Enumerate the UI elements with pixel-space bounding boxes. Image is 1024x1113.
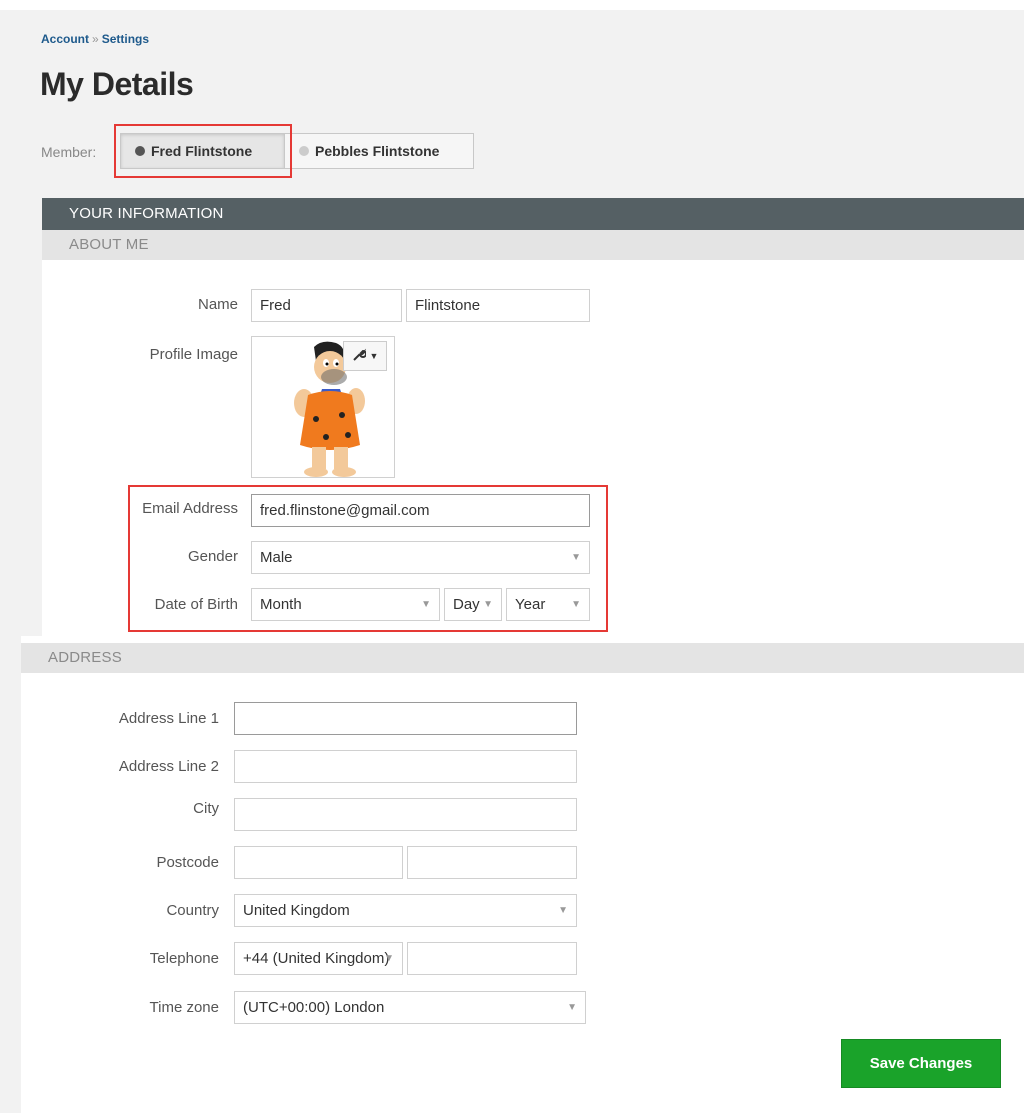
profile-image-label: Profile Image (149, 346, 238, 363)
chevron-down-icon: ▼ (384, 953, 394, 964)
address-line1-label: Address Line 1 (118, 710, 219, 727)
chevron-down-icon: ▼ (558, 905, 568, 916)
address-line2-label: Address Line 2 (118, 758, 219, 775)
country-value: United Kingdom (243, 902, 350, 919)
member-tab-label: Pebbles Flintstone (315, 143, 440, 159)
address-header: ADDRESS (21, 643, 1024, 673)
breadcrumb: Account» Settings (41, 32, 149, 46)
postcode-label: Postcode (156, 854, 219, 871)
unselected-dot-icon (299, 146, 309, 156)
telephone-code-value: +44 (United Kingdom) (243, 950, 390, 967)
wrench-icon (352, 348, 367, 365)
page-title: My Details (40, 66, 194, 102)
timezone-value: (UTC+00:00) London (243, 999, 385, 1016)
your-information-header: YOUR INFORMATION (42, 198, 1024, 230)
member-tab-pebbles[interactable]: Pebbles Flintstone (284, 133, 474, 169)
breadcrumb-separator: » (92, 32, 99, 46)
caret-down-icon: ▼ (369, 351, 379, 361)
breadcrumb-account-link[interactable]: Account (41, 32, 89, 46)
fields-highlight (128, 485, 608, 632)
country-label: Country (166, 902, 219, 919)
telephone-label: Telephone (149, 950, 219, 967)
postcode-input-1[interactable] (234, 846, 403, 879)
address-line1-input[interactable] (234, 702, 577, 735)
member-highlight (114, 124, 292, 178)
telephone-code-select[interactable]: +44 (United Kingdom) ▼ (234, 942, 403, 975)
image-tools-button[interactable]: ▼ (343, 341, 387, 371)
city-label: City (193, 800, 219, 817)
timezone-select[interactable]: (UTC+00:00) London ▼ (234, 991, 586, 1024)
save-changes-button[interactable]: Save Changes (841, 1039, 1001, 1088)
about-me-header: ABOUT ME (42, 230, 1024, 260)
city-input[interactable] (234, 798, 577, 831)
last-name-input[interactable]: Flintstone (406, 289, 590, 322)
first-name-input[interactable]: Fred (251, 289, 402, 322)
address-line2-input[interactable] (234, 750, 577, 783)
telephone-number-input[interactable] (407, 942, 577, 975)
chevron-down-icon: ▼ (567, 1002, 577, 1013)
timezone-label: Time zone (149, 999, 219, 1016)
member-label: Member: (41, 144, 97, 160)
name-label: Name (197, 296, 238, 313)
postcode-input-2[interactable] (407, 846, 577, 879)
breadcrumb-settings-link[interactable]: Settings (102, 32, 149, 46)
left-strip (0, 636, 21, 1113)
country-select[interactable]: United Kingdom ▼ (234, 894, 577, 927)
